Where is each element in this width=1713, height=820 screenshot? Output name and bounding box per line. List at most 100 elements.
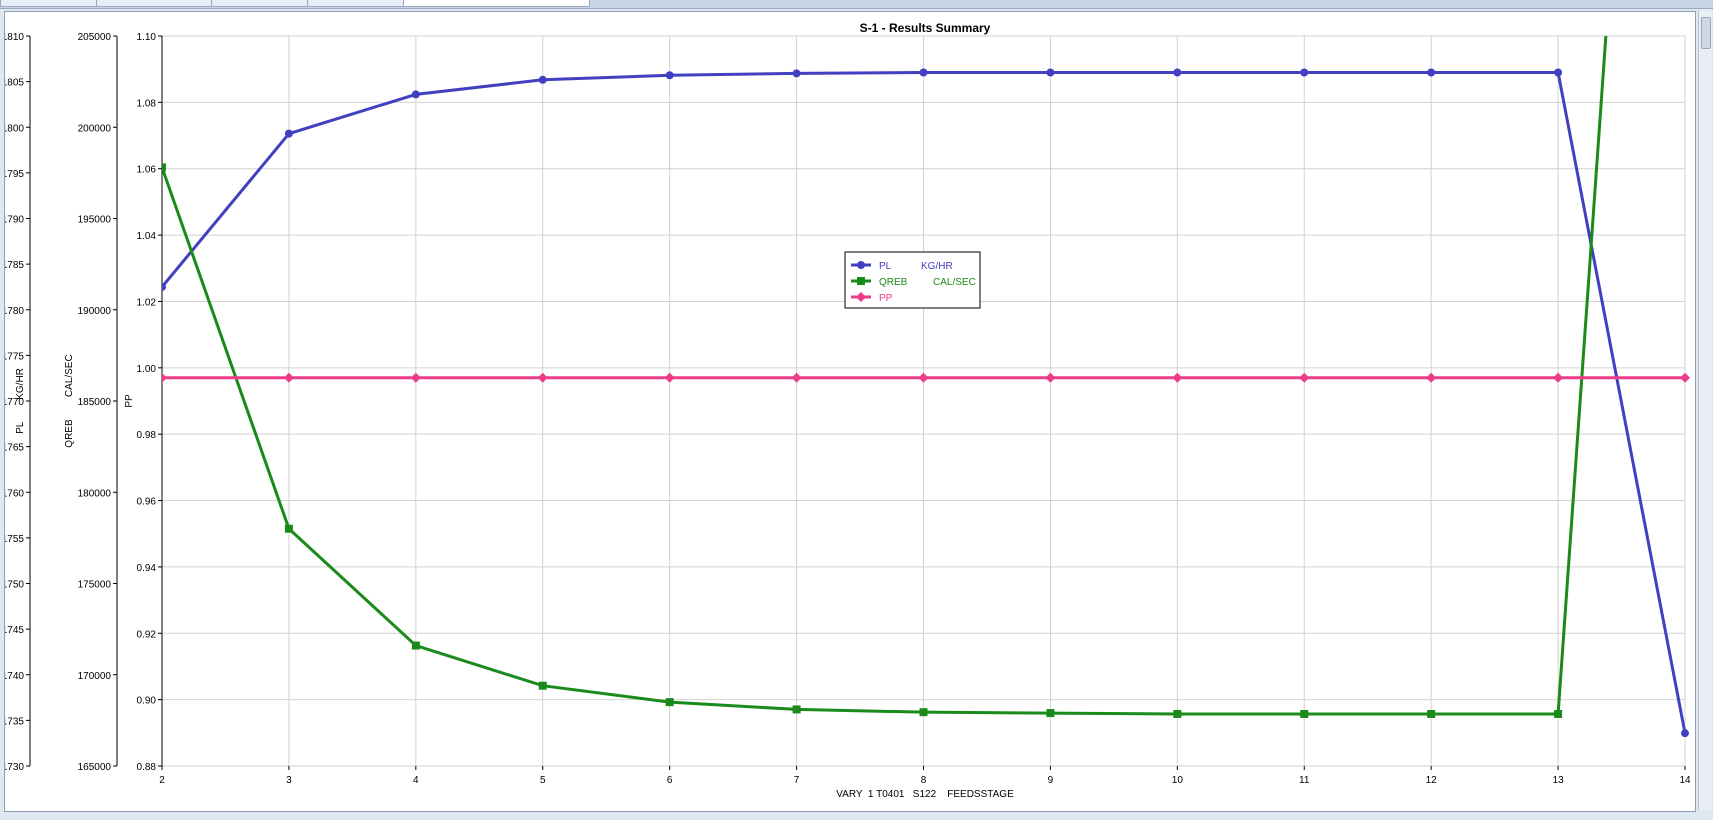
x-tick-label: 10 (1172, 775, 1184, 786)
pp-tick-label: 1.08 (137, 98, 157, 109)
pl-tick-label: 1775 (5, 351, 24, 362)
legend-label-qreb: QREB (879, 277, 908, 288)
pp-tick-label: 0.94 (137, 563, 157, 574)
tab-strip (0, 0, 1713, 9)
pl-tick-label: 1765 (5, 443, 24, 454)
data-point-pp (1299, 372, 1310, 383)
data-point-qreb (792, 705, 801, 714)
pp-tick-label: 0.92 (137, 629, 157, 640)
pp-tick-label: 0.96 (137, 497, 157, 508)
tab-2[interactable] (96, 0, 212, 7)
x-tick-label: 9 (1048, 775, 1054, 786)
data-point-qreb (284, 524, 293, 533)
data-point-pl (162, 282, 166, 291)
qreb-tick-label: 170000 (78, 671, 112, 682)
tab-4[interactable] (307, 0, 404, 7)
data-point-pp (1680, 372, 1690, 383)
pl-tick-label: 1810 (5, 32, 24, 43)
data-point-pp (537, 372, 548, 383)
pl-tick-label: 1780 (5, 306, 24, 317)
vertical-scrollbar[interactable] (1698, 11, 1712, 810)
x-axis-label: VARY 1 T0401 S122 FEEDSSTAGE (836, 789, 1014, 800)
chart-panel: 1730173517401745175017551760176517701775… (2, 11, 1696, 812)
pp-tick-label: 0.90 (137, 696, 157, 707)
data-point-pl (665, 71, 674, 80)
qreb-tick-label: 180000 (78, 488, 112, 499)
qreb-tick-label: 175000 (78, 580, 112, 591)
data-point-qreb (538, 681, 547, 690)
pp-tick-label: 0.88 (137, 762, 157, 773)
data-point-qreb (1300, 709, 1309, 718)
data-point-qreb (162, 163, 166, 172)
pp-tick-label: 1.02 (137, 297, 157, 308)
chart-title: S-1 - Results Summary (860, 21, 991, 35)
data-point-pl (1300, 68, 1309, 77)
data-point-pp (918, 372, 929, 383)
pl-tick-label: 1730 (5, 762, 24, 773)
legend-unit-pl: KG/HR (921, 261, 953, 272)
tab-results-summary[interactable] (403, 0, 590, 7)
data-point-qreb (665, 698, 674, 707)
x-tick-label: 11 (1299, 775, 1310, 786)
qreb-tick-label: 200000 (78, 123, 112, 134)
data-point-pp (664, 372, 675, 383)
legend[interactable]: PL KG/HR QREB CAL/SEC PP (844, 251, 981, 309)
data-point-qreb (1554, 709, 1563, 718)
x-tick-label: 2 (159, 775, 165, 786)
x-tick-label: 14 (1679, 775, 1691, 786)
pl-tick-label: 1785 (5, 260, 24, 271)
data-point-pp (1426, 372, 1437, 383)
data-point-pl (538, 75, 547, 84)
pl-tick-label: 1760 (5, 488, 24, 499)
qreb-tick-label: 205000 (78, 32, 112, 43)
legend-marker-qreb (857, 277, 865, 285)
qreb-tick-label: 190000 (78, 306, 112, 317)
x-tick-label: 13 (1553, 775, 1565, 786)
pl-tick-label: 1745 (5, 625, 24, 636)
pp-axis-label: PP (124, 394, 135, 408)
data-point-pl (1046, 68, 1055, 77)
data-point-pl (411, 90, 420, 99)
pp-tick-label: 1.00 (137, 364, 157, 375)
series-pp (162, 372, 1690, 383)
data-point-qreb (411, 641, 420, 650)
data-point-pp (162, 372, 167, 383)
pp-tick-label: 1.04 (137, 231, 157, 242)
data-point-pp (283, 372, 294, 383)
grid (161, 35, 1686, 767)
x-axis: 2 3 4 5 6 7 8 9 10 11 12 13 14 (159, 766, 1691, 786)
y-axes: 1730173517401745175017551760176517701775… (2, 32, 163, 773)
legend-label-pl: PL (879, 261, 892, 272)
data-point-pp (1045, 372, 1056, 383)
data-point-pp (1553, 372, 1564, 383)
x-tick-label: 7 (794, 775, 800, 786)
data-point-qreb (1046, 709, 1055, 718)
qreb-tick-label: 195000 (78, 215, 112, 226)
x-tick-label: 6 (667, 775, 673, 786)
data-point-pp (1172, 372, 1183, 383)
legend-unit-qreb: CAL/SEC (933, 277, 976, 288)
x-tick-label: 4 (413, 775, 419, 786)
x-tick-label: 3 (286, 775, 292, 786)
data-point-pl (919, 68, 928, 77)
pl-tick-label: 1805 (5, 78, 24, 89)
data-point-pl (1554, 68, 1563, 77)
results-summary-chart: 1730173517401745175017551760176517701775… (2, 21, 1691, 800)
qreb-tick-label: 165000 (78, 762, 112, 773)
legend-label-pp: PP (879, 293, 893, 304)
pl-tick-label: 1800 (5, 123, 24, 134)
qreb-axis-label: QREB CAL/SEC (64, 354, 75, 447)
pl-tick-label: 1790 (5, 215, 24, 226)
scrollbar-thumb[interactable] (1701, 17, 1711, 49)
tab-3[interactable] (211, 0, 308, 7)
data-point-pl (1173, 68, 1182, 77)
tab-1[interactable] (0, 0, 97, 7)
data-point-qreb (1173, 709, 1182, 718)
legend-marker-pl (857, 261, 865, 269)
data-point-pp (791, 372, 802, 383)
pp-tick-label: 0.98 (137, 430, 157, 441)
pp-tick-label: 1.10 (137, 32, 157, 43)
data-point-qreb (1427, 709, 1436, 718)
pl-tick-label: 1740 (5, 671, 24, 682)
data-point-pl (1681, 729, 1689, 738)
